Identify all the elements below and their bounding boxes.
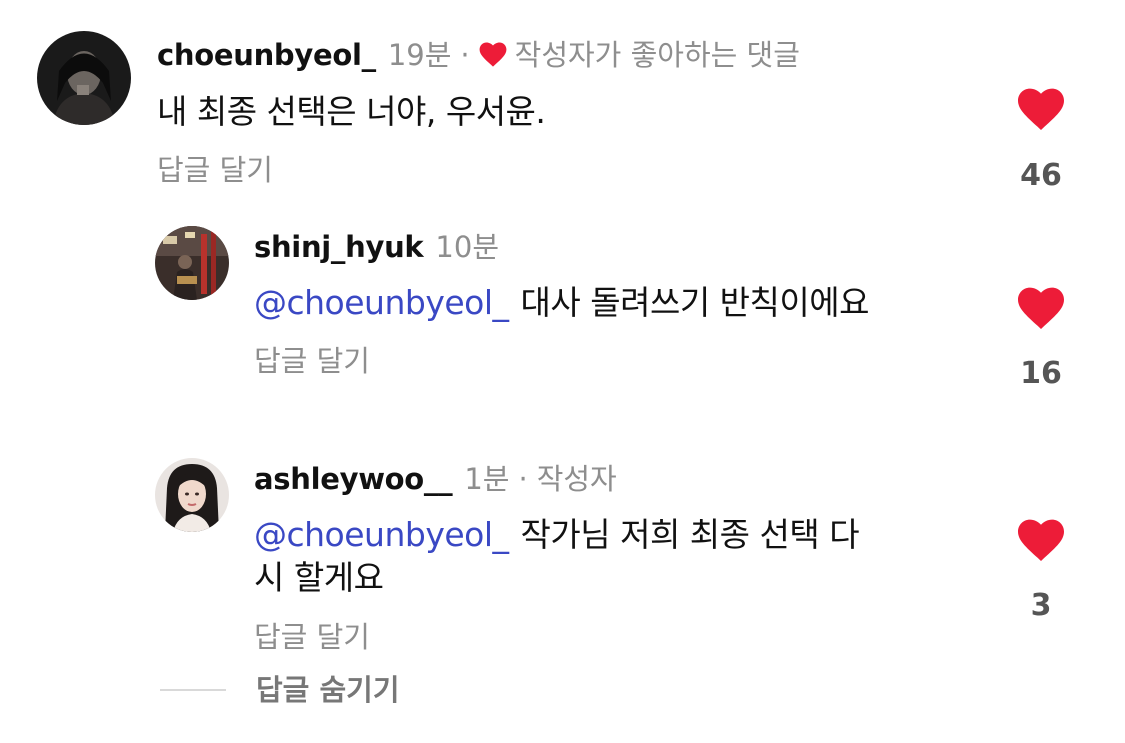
like-count: 16 — [1020, 356, 1062, 391]
avatar[interactable] — [37, 31, 131, 125]
comment-body: 작가님 저희 최종 선택 다 — [520, 515, 860, 554]
hide-replies-label: 답글 숨기기 — [256, 673, 400, 707]
mention-link[interactable]: @choeunbyeol_ — [254, 515, 509, 554]
username[interactable]: shinj_hyuk — [254, 229, 424, 265]
like-count: 46 — [1020, 158, 1062, 193]
mention-link[interactable]: @choeunbyeol_ — [254, 283, 509, 322]
comment-header: choeunbyeol_ 19분 · 작성자가 좋아하는 댓글 — [157, 37, 800, 73]
comment-body: 내 최종 선택은 너야, 우서윤. — [157, 92, 546, 131]
comment-text: @choeunbyeol_ 대사 돌려쓰기 반칙이에요 — [254, 280, 869, 326]
timestamp: 19분 — [387, 38, 452, 72]
comment-header: shinj_hyuk 10분 — [254, 229, 499, 265]
liked-by-creator-label: 작성자가 좋아하는 댓글 — [514, 38, 800, 72]
username[interactable]: choeunbyeol_ — [157, 37, 376, 73]
timestamp: 10분 — [435, 230, 500, 264]
creator-badge: 작성자 — [536, 462, 617, 496]
divider-line — [160, 689, 226, 691]
like-count: 3 — [1030, 588, 1052, 623]
reply-button[interactable]: 답글 달기 — [157, 152, 273, 188]
comment-body: 시 할게요 — [254, 558, 384, 597]
comment-text-continued: 시 할게요 — [254, 555, 384, 601]
heart-filled-icon[interactable] — [1017, 519, 1065, 563]
comment-header: ashleywoo__ 1분 · 작성자 — [254, 461, 617, 497]
avatar[interactable] — [155, 226, 229, 300]
comment-body: 대사 돌려쓰기 반칙이에요 — [520, 283, 870, 322]
comment-text: 내 최종 선택은 너야, 우서윤. — [157, 89, 546, 135]
separator: · — [460, 38, 470, 72]
separator: · — [518, 462, 528, 496]
heart-small-icon — [479, 42, 507, 67]
username[interactable]: ashleywoo__ — [254, 461, 453, 497]
reply-button[interactable]: 답글 달기 — [254, 619, 370, 655]
avatar[interactable] — [155, 458, 229, 532]
reply-button[interactable]: 답글 달기 — [254, 343, 370, 379]
timestamp: 1분 — [464, 462, 510, 496]
heart-filled-icon[interactable] — [1017, 88, 1065, 132]
comment-text: @choeunbyeol_ 작가님 저희 최종 선택 다 — [254, 512, 860, 558]
heart-filled-icon[interactable] — [1017, 287, 1065, 331]
hide-replies-button[interactable]: 답글 숨기기 — [160, 672, 400, 708]
